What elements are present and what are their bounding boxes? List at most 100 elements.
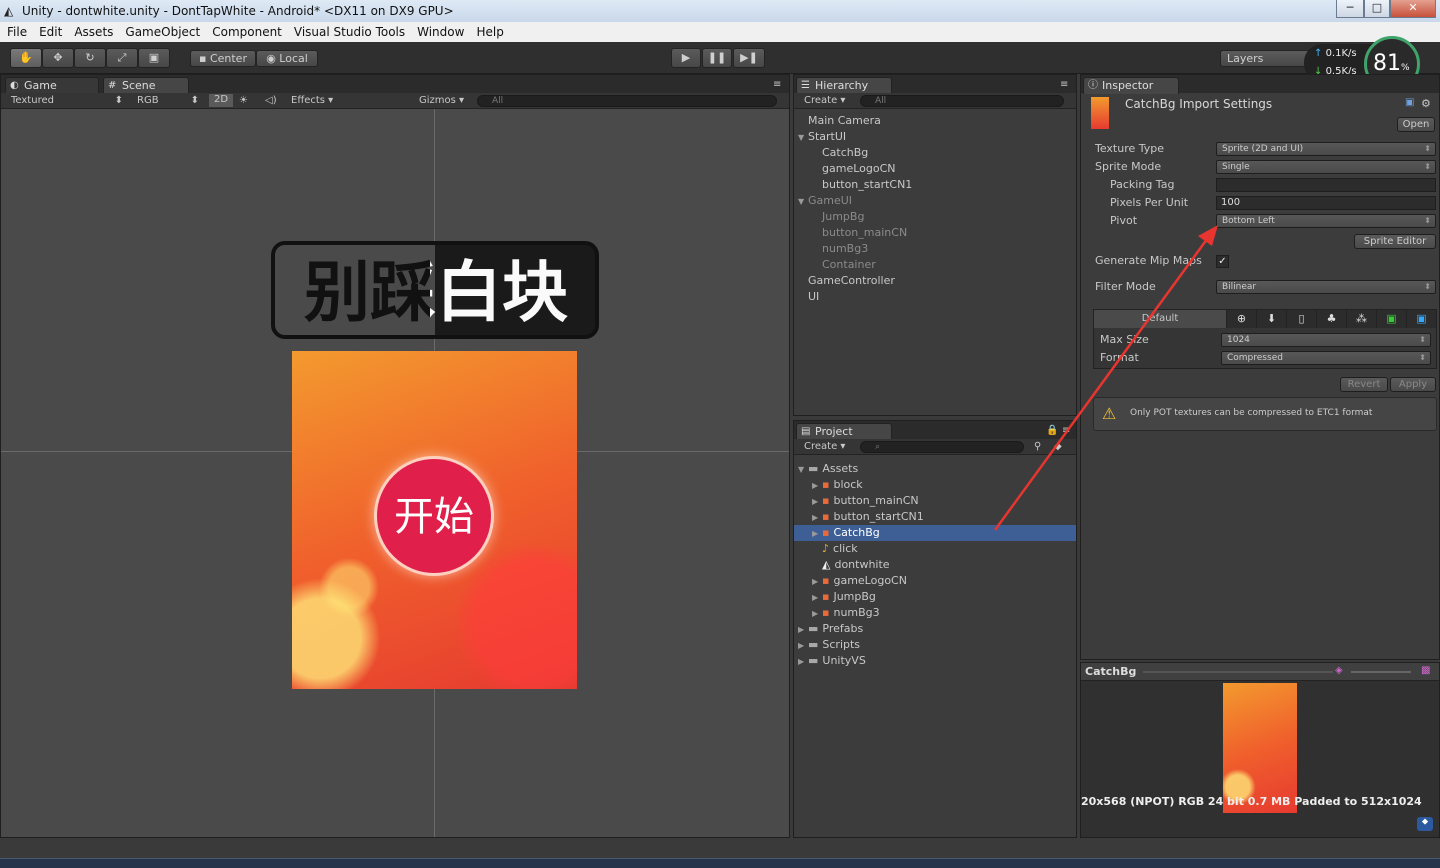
start-button-sprite[interactable]: 开始 <box>374 456 494 576</box>
project-item[interactable]: ▶ ▪ button_mainCN <box>794 493 1076 509</box>
expand-arrow-icon[interactable]: ▶ <box>812 606 822 622</box>
expand-arrow-icon[interactable]: ▶ <box>812 526 822 542</box>
pixels-per-unit-field[interactable]: 100 <box>1216 196 1436 210</box>
hierarchy-item[interactable]: UI <box>798 289 1074 305</box>
expand-arrow-icon[interactable]: ▶ <box>812 590 822 606</box>
gizmos-dropdown[interactable]: Gizmos ▾ <box>419 93 464 108</box>
project-menu-icon[interactable]: ≡ <box>1062 425 1070 436</box>
sprite-mode-dropdown[interactable]: Single <box>1216 160 1436 174</box>
project-item[interactable]: ▶ ▪ gameLogoCN <box>794 573 1076 589</box>
expand-arrow-icon[interactable]: ▶ <box>812 478 822 494</box>
project-item[interactable]: ▶ ▬ Prefabs <box>794 621 1076 637</box>
move-tool-button[interactable]: ✥ <box>42 48 74 68</box>
rotate-tool-button[interactable]: ↻ <box>74 48 106 68</box>
expand-arrow-icon[interactable]: ▼ <box>798 130 808 146</box>
audio-toggle-icon[interactable]: ◁) <box>265 93 277 108</box>
hierarchy-item[interactable]: Container <box>798 257 1074 273</box>
sprite-editor-button[interactable]: Sprite Editor <box>1354 234 1436 249</box>
rect-tool-button[interactable]: ▣ <box>138 48 170 68</box>
revert-button[interactable]: Revert <box>1340 377 1388 392</box>
filter-label-icon[interactable]: ◆ <box>1054 439 1062 454</box>
render-mode-dropdown[interactable]: RGB ⬍ <box>137 93 203 108</box>
packing-tag-field[interactable] <box>1216 178 1436 192</box>
project-item[interactable]: ♪ click <box>794 541 1076 557</box>
platform-android-icon[interactable]: ♣ <box>1316 310 1346 328</box>
project-search-input[interactable]: ⌕ <box>860 441 1024 453</box>
settings-gear-icon[interactable]: ⚙ <box>1421 97 1431 110</box>
draw-mode-dropdown[interactable]: Textured ⬍ <box>11 93 127 108</box>
project-item[interactable]: ▶ ▪ numBg3 <box>794 605 1076 621</box>
effects-dropdown[interactable]: Effects ▾ <box>291 93 333 108</box>
hand-tool-button[interactable]: ✋ <box>10 48 42 68</box>
layers-dropdown[interactable]: Layers <box>1220 50 1312 67</box>
alpha-toggle-icon[interactable]: ◈ <box>1335 665 1343 676</box>
hierarchy-item[interactable]: CatchBg <box>798 145 1074 161</box>
expand-arrow-icon[interactable]: ▶ <box>812 574 822 590</box>
asset-bundle-tag-icon[interactable]: ⬥ <box>1417 817 1433 831</box>
filter-type-icon[interactable]: ⚲ <box>1034 439 1041 454</box>
menu-component[interactable]: Component <box>207 22 287 42</box>
lock-icon[interactable]: 🔒 <box>1046 425 1058 436</box>
tab-inspector[interactable]: ⓘ Inspector <box>1083 77 1179 94</box>
tab-project[interactable]: ▤ Project <box>796 423 892 440</box>
expand-arrow-icon[interactable]: ▼ <box>798 462 808 478</box>
hierarchy-menu-icon[interactable]: ≡ <box>1060 79 1068 90</box>
expand-arrow-icon[interactable]: ▶ <box>812 510 822 526</box>
project-item[interactable]: ◭ dontwhite <box>794 557 1076 573</box>
hierarchy-item[interactable]: button_mainCN <box>798 225 1074 241</box>
hierarchy-search-input[interactable]: All <box>860 95 1064 107</box>
filter-mode-dropdown[interactable]: Bilinear <box>1216 280 1436 294</box>
catch-bg-sprite[interactable]: 开始 <box>292 351 577 689</box>
menu-visual-studio-tools[interactable]: Visual Studio Tools <box>289 22 410 42</box>
maximize-button[interactable]: □ <box>1364 0 1390 18</box>
project-create-dropdown[interactable]: Create ▾ <box>804 439 845 454</box>
tab-hierarchy[interactable]: ☰ Hierarchy <box>796 77 892 94</box>
project-item[interactable]: ▶ ▪ CatchBg <box>794 525 1076 541</box>
menu-edit[interactable]: Edit <box>34 22 67 42</box>
platform-blackberry-icon[interactable]: ⁂ <box>1346 310 1376 328</box>
texture-type-dropdown[interactable]: Sprite (2D and UI) <box>1216 142 1436 156</box>
platform-windows-store-icon[interactable]: ▣ <box>1406 310 1436 328</box>
platform-ios-icon[interactable]: ▯ <box>1286 310 1316 328</box>
project-item[interactable]: ▶ ▪ block <box>794 477 1076 493</box>
pivot-local-toggle[interactable]: ◉ Local <box>256 50 318 67</box>
lighting-toggle-icon[interactable]: ☀ <box>239 93 248 108</box>
max-size-dropdown[interactable]: 1024 <box>1221 333 1431 347</box>
menu-gameobject[interactable]: GameObject <box>120 22 205 42</box>
panel-menu-icon[interactable]: ≡ <box>773 79 781 90</box>
checker-toggle-icon[interactable]: ▩ <box>1421 665 1430 676</box>
platform-xbox-icon[interactable]: ▣ <box>1376 310 1406 328</box>
format-dropdown[interactable]: Compressed <box>1221 351 1431 365</box>
platform-standalone-icon[interactable]: ⬇ <box>1256 310 1286 328</box>
help-icon[interactable]: ▣ <box>1405 97 1414 108</box>
open-button[interactable]: Open <box>1397 117 1435 132</box>
close-button[interactable]: ✕ <box>1390 0 1436 18</box>
expand-arrow-icon[interactable]: ▼ <box>798 194 808 210</box>
scene-view[interactable]: 别踩白块儿 开始 <box>1 109 789 837</box>
project-item[interactable]: ▼ ▬ Assets <box>794 461 1076 477</box>
menu-assets[interactable]: Assets <box>69 22 118 42</box>
hierarchy-item[interactable]: JumpBg <box>798 209 1074 225</box>
apply-button[interactable]: Apply <box>1390 377 1436 392</box>
hierarchy-item[interactable]: Main Camera <box>798 113 1074 129</box>
hierarchy-item[interactable]: gameLogoCN <box>798 161 1074 177</box>
project-item[interactable]: ▶ ▬ UnityVS <box>794 653 1076 669</box>
preview-drag-handle[interactable] <box>1143 671 1333 673</box>
hierarchy-item[interactable]: ▼ StartUI <box>798 129 1074 145</box>
pivot-dropdown[interactable]: Bottom Left <box>1216 214 1436 228</box>
hierarchy-create-dropdown[interactable]: Create ▾ <box>804 93 845 108</box>
menu-help[interactable]: Help <box>471 22 508 42</box>
hierarchy-item[interactable]: GameController <box>798 273 1074 289</box>
game-logo-sprite[interactable]: 别踩白块儿 <box>271 241 599 339</box>
project-item[interactable]: ▶ ▬ Scripts <box>794 637 1076 653</box>
play-button[interactable]: ▶ <box>671 48 701 68</box>
pivot-center-toggle[interactable]: ▪ Center <box>190 50 256 67</box>
platform-tab-default[interactable]: Default <box>1094 310 1226 328</box>
expand-arrow-icon[interactable]: ▶ <box>798 638 808 654</box>
tab-scene[interactable]: # Scene <box>103 77 189 94</box>
expand-arrow-icon[interactable]: ▶ <box>798 654 808 670</box>
tab-game[interactable]: ◐ Game <box>5 77 99 94</box>
pause-button[interactable]: ❚❚ <box>702 48 732 68</box>
hierarchy-item[interactable]: button_startCN1 <box>798 177 1074 193</box>
scene-search-input[interactable]: All <box>477 95 777 107</box>
